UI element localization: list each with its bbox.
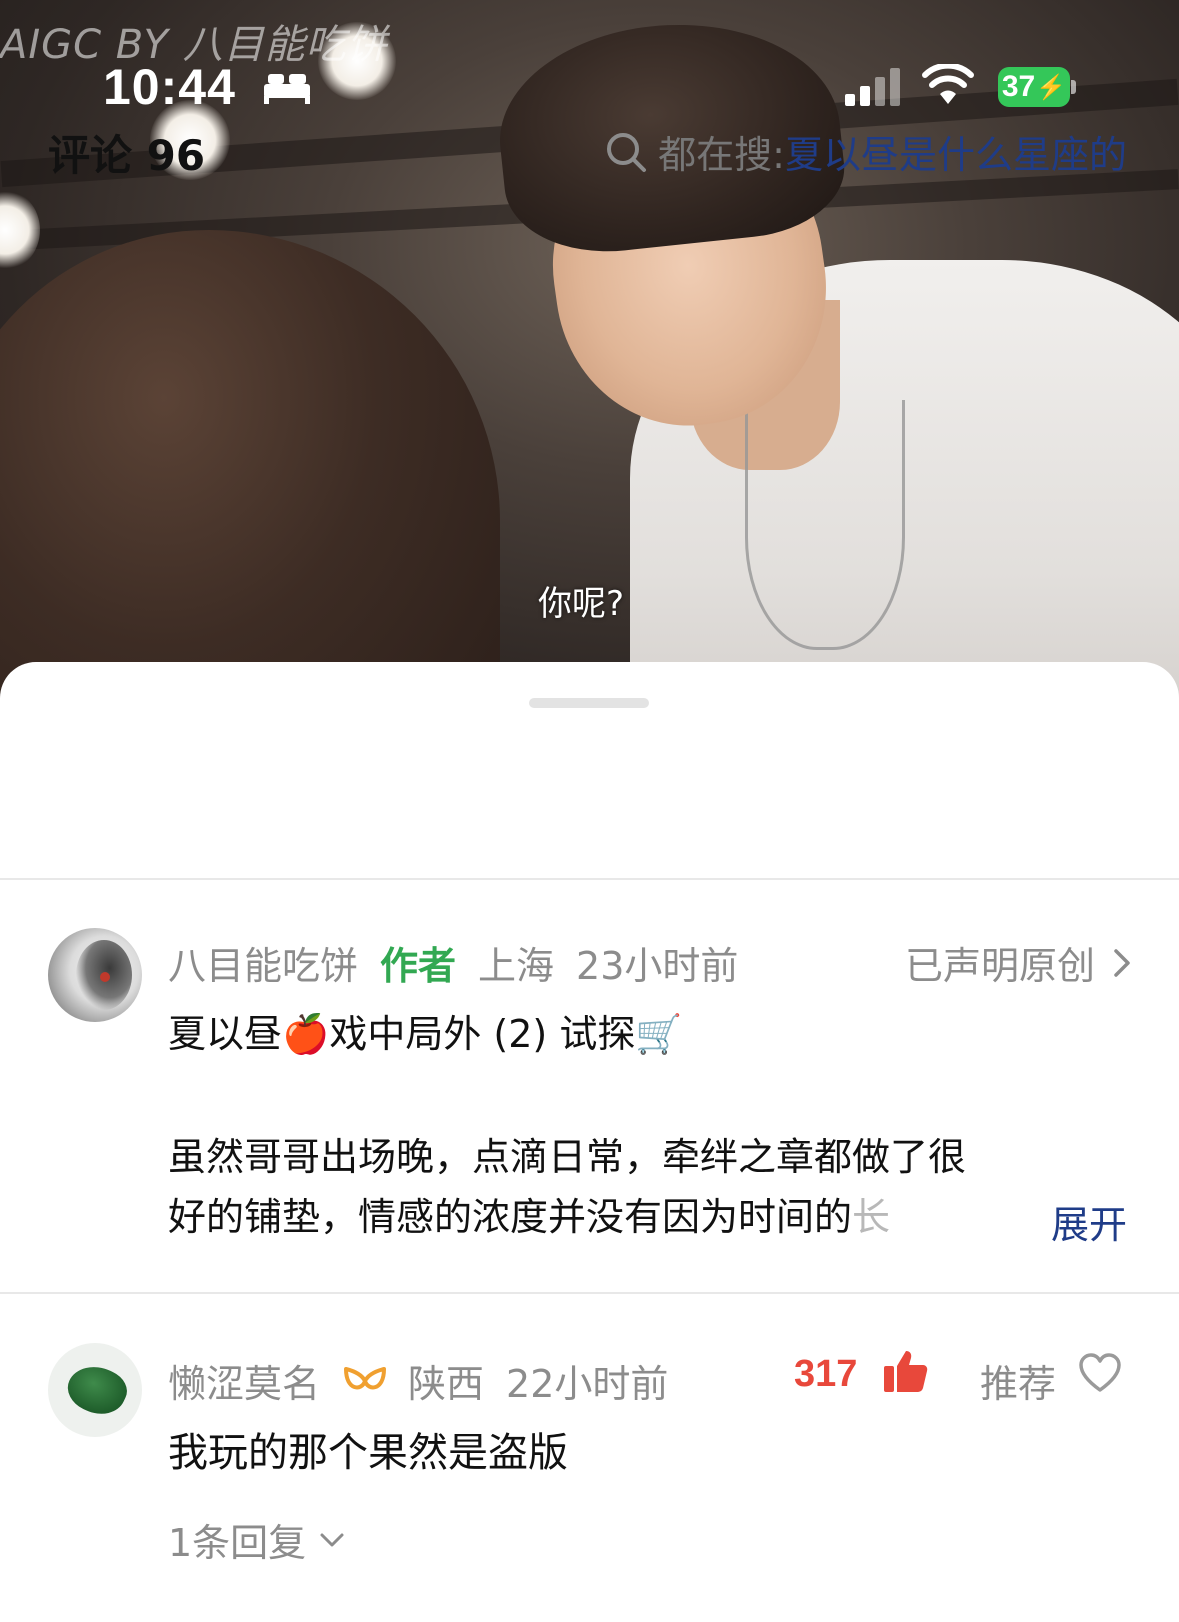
avatar-art-dot xyxy=(100,972,110,982)
battery-level: 37 xyxy=(1001,70,1036,103)
post-body-text: 好的铺垫，情感的浓度并没有因为时间的 xyxy=(168,1195,853,1239)
avatar-art xyxy=(60,1356,134,1424)
search-prefix: 都在搜: xyxy=(658,133,785,177)
post-title-part2: 戏中局外 (2) 试探 xyxy=(329,1012,636,1056)
battery-indicator: 37 ⚡ xyxy=(998,67,1070,107)
divider xyxy=(0,1292,1179,1294)
post-body-line: 好的铺垫，情感的浓度并没有因为时间的长 xyxy=(168,1187,1118,1247)
search-icon xyxy=(607,132,647,172)
post-meta: 八目能吃饼 作者 上海 23小时前 xyxy=(168,935,760,990)
avatar[interactable] xyxy=(48,928,142,1022)
recommend-button[interactable]: 推荐 xyxy=(980,1353,1056,1408)
view-replies-button[interactable]: 1条回复 xyxy=(168,1512,346,1567)
expand-button[interactable]: 展开 xyxy=(1051,1194,1127,1249)
thumbs-up-icon[interactable] xyxy=(882,1348,928,1394)
character-necklace xyxy=(745,400,905,650)
chevron-down-icon xyxy=(320,1533,344,1546)
comment-time: 22小时前 xyxy=(506,1362,669,1406)
shopping-cart-icon: 🛒 xyxy=(635,1012,683,1056)
heart-icon[interactable] xyxy=(1078,1352,1122,1394)
apple-icon: 🍎 xyxy=(282,1012,330,1056)
charging-bolt-icon: ⚡ xyxy=(1036,73,1067,101)
comment-author-name[interactable]: 懒涩莫名 xyxy=(168,1353,320,1408)
status-time: 10:44 xyxy=(103,59,236,115)
sleep-icon xyxy=(264,74,310,104)
cellular-signal-icon xyxy=(845,68,900,106)
battery-tip xyxy=(1071,80,1076,94)
wifi-icon xyxy=(922,64,974,104)
post-location: 上海 xyxy=(478,944,555,988)
post-title: 夏以昼🍎戏中局外 (2) 试探🛒 xyxy=(168,1003,683,1058)
comment-meta: 懒涩莫名 陕西 22小时前 xyxy=(168,1353,690,1408)
original-label: 已声明原创 xyxy=(904,944,1095,988)
like-count: 317 xyxy=(794,1353,858,1395)
search-term: 夏以昼是什么星座的 xyxy=(784,133,1127,177)
vip-badge-icon xyxy=(344,1366,387,1389)
video-subtitle: 你呢? xyxy=(538,584,625,624)
search-suggestion[interactable]: 都在搜: 夏以昼是什么星座的 xyxy=(604,124,1127,179)
post-body-fade: 长 xyxy=(852,1195,891,1239)
chevron-right-icon xyxy=(1114,948,1130,977)
post-time: 23小时前 xyxy=(576,944,739,988)
ceiling-light xyxy=(0,190,40,270)
avatar[interactable] xyxy=(48,1343,142,1437)
comments-title: 评论 96 xyxy=(48,131,206,180)
post-title-part1: 夏以昼 xyxy=(168,1012,283,1056)
post-author-name[interactable]: 八目能吃饼 xyxy=(168,935,358,990)
author-badge: 作者 xyxy=(380,944,457,988)
sheet-drag-handle[interactable] xyxy=(529,698,649,708)
post-body-line: 虽然哥哥出场晚，点滴日常，牵绊之章都做了很 xyxy=(168,1135,967,1179)
post-body[interactable]: 虽然哥哥出场晚，点滴日常，牵绊之章都做了很 好的铺垫，情感的浓度并没有因为时间的… xyxy=(168,1127,1118,1247)
comment-location: 陕西 xyxy=(408,1362,485,1406)
character-girl-hair xyxy=(0,230,500,700)
original-declaration-link[interactable]: 已声明原创 xyxy=(905,935,1133,990)
divider xyxy=(0,878,1179,880)
replies-label: 1条回复 xyxy=(168,1521,307,1565)
comment-text: 我玩的那个果然是盗版 xyxy=(168,1430,568,1476)
